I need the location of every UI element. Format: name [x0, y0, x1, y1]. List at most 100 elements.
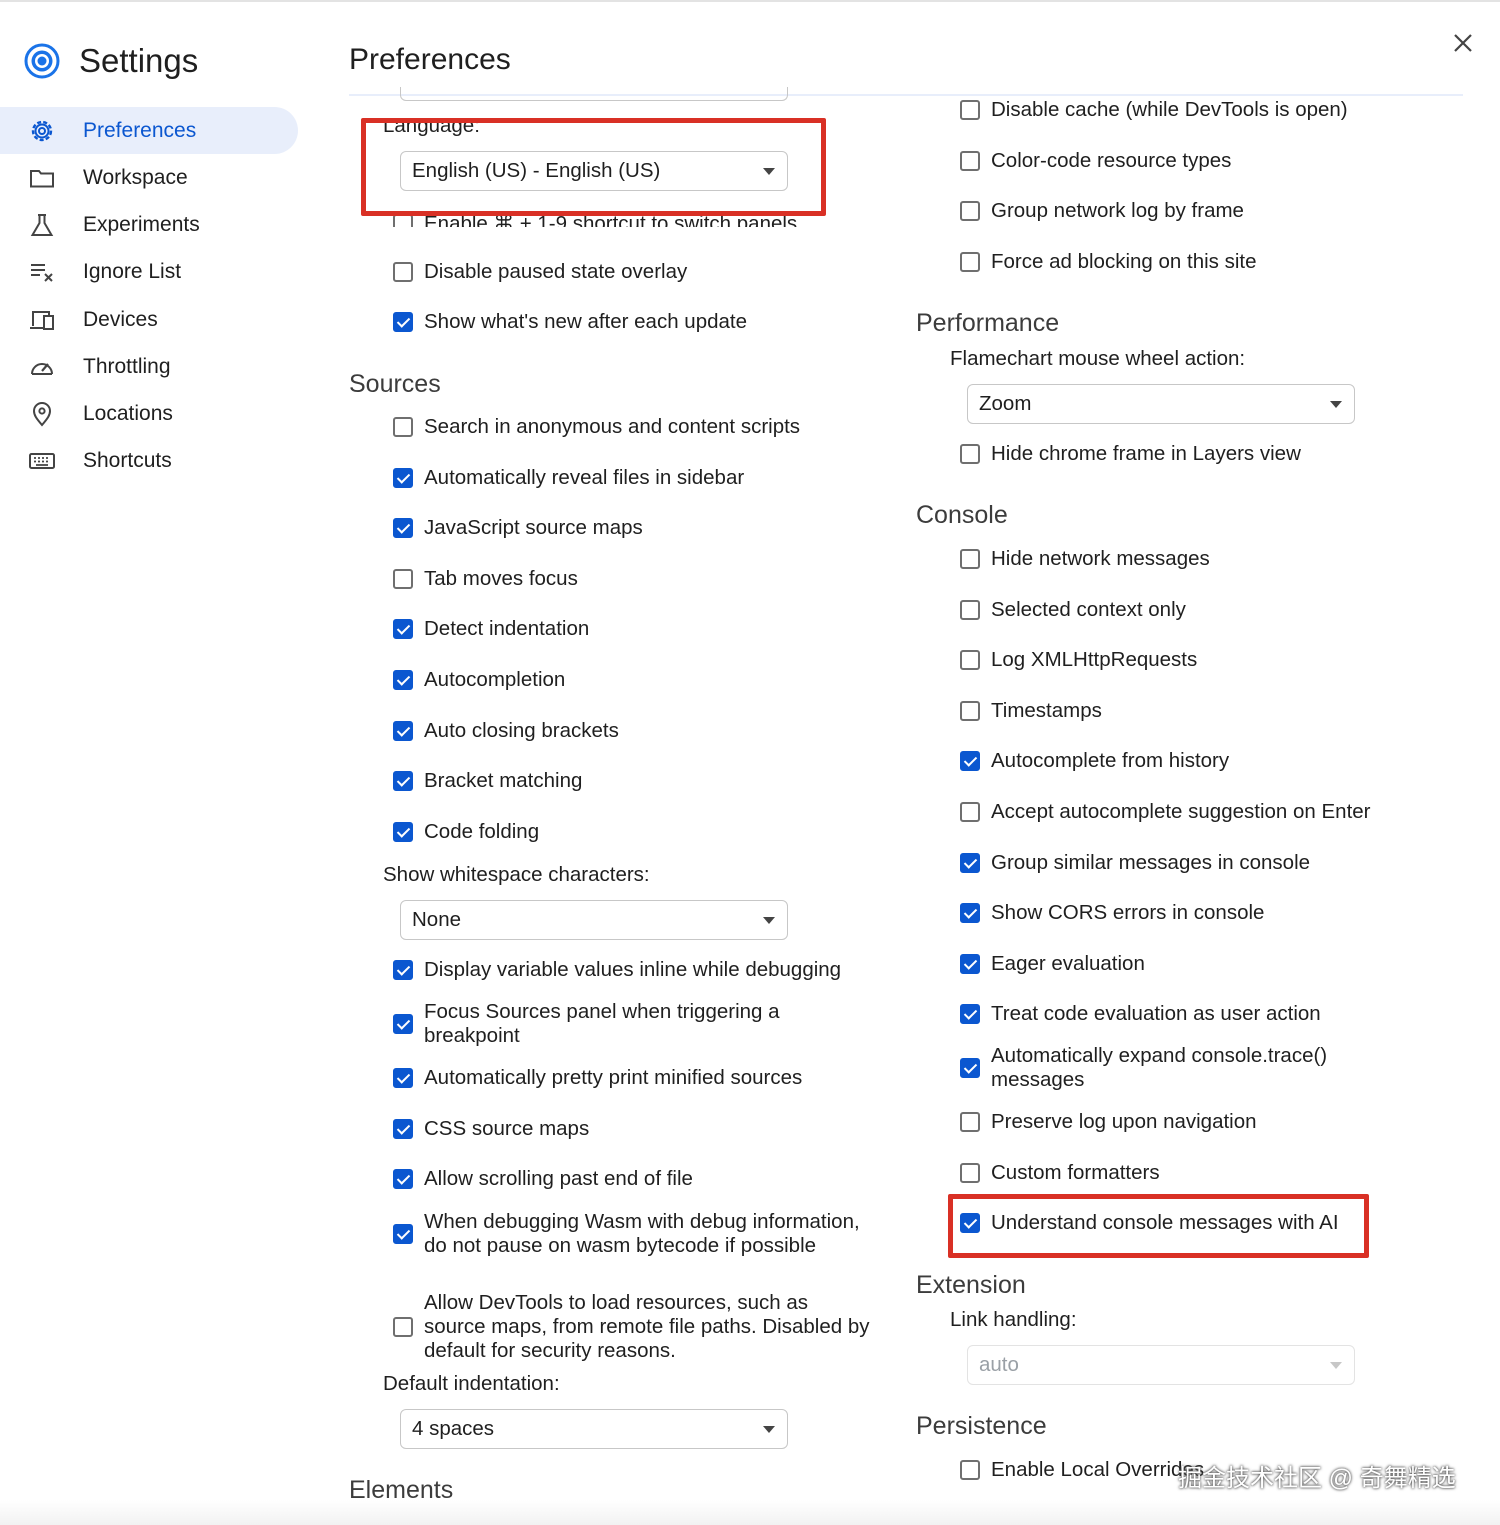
- checkbox[interactable]: [960, 903, 980, 923]
- checkbox[interactable]: [960, 1163, 980, 1183]
- option-row[interactable]: Auto closing brackets: [393, 719, 619, 743]
- sidebar-item-shortcuts[interactable]: Shortcuts: [0, 438, 300, 485]
- option-row[interactable]: JavaScript source maps: [393, 516, 643, 540]
- option-row[interactable]: CSS source maps: [393, 1117, 589, 1141]
- settings-window: Settings Preferences Workspace Experimen…: [0, 0, 1500, 1525]
- close-button[interactable]: [1448, 28, 1478, 58]
- option-row[interactable]: Group similar messages in console: [960, 851, 1310, 875]
- checkbox[interactable]: [393, 518, 413, 538]
- checkbox[interactable]: [393, 1014, 413, 1034]
- flamechart-select[interactable]: Zoom: [967, 384, 1355, 424]
- option-row[interactable]: Disable paused state overlay: [393, 260, 687, 284]
- option-row[interactable]: Automatically expand console.trace() mes…: [960, 1044, 1360, 1092]
- option-row[interactable]: When debugging Wasm with debug informati…: [393, 1210, 863, 1258]
- close-icon: [1454, 34, 1472, 52]
- checkbox[interactable]: [960, 954, 980, 974]
- option-row[interactable]: Selected context only: [960, 598, 1186, 622]
- checkbox[interactable]: [393, 1068, 413, 1088]
- option-row[interactable]: Preserve log upon navigation: [960, 1110, 1257, 1134]
- language-highlight-box: [361, 118, 826, 216]
- option-row[interactable]: Show what's new after each update: [393, 310, 747, 334]
- indentation-label: Default indentation:: [383, 1372, 560, 1395]
- option-row[interactable]: Focus Sources panel when triggering a br…: [393, 1000, 823, 1048]
- checkbox[interactable]: [960, 201, 980, 221]
- checkbox[interactable]: [960, 151, 980, 171]
- checkbox[interactable]: [393, 1224, 413, 1244]
- option-row[interactable]: Code folding: [393, 820, 539, 844]
- sidebar-item-devices[interactable]: Devices: [0, 296, 300, 343]
- option-row[interactable]: Log XMLHttpRequests: [960, 648, 1197, 672]
- indentation-select[interactable]: 4 spaces: [400, 1409, 788, 1449]
- sidebar-item-workspace[interactable]: Workspace: [0, 154, 300, 201]
- checkbox[interactable]: [960, 444, 980, 464]
- option-row[interactable]: Force ad blocking on this site: [960, 250, 1257, 274]
- option-row[interactable]: Allow DevTools to load resources, such a…: [393, 1291, 873, 1363]
- option-row[interactable]: Search in anonymous and content scripts: [393, 415, 800, 439]
- checkbox[interactable]: [960, 853, 980, 873]
- option-row[interactable]: Bracket matching: [393, 769, 582, 793]
- checkbox[interactable]: [960, 751, 980, 771]
- checkbox[interactable]: [393, 468, 413, 488]
- option-row[interactable]: Autocomplete from history: [960, 749, 1229, 773]
- checkbox[interactable]: [960, 802, 980, 822]
- sidebar-item-throttling[interactable]: Throttling: [0, 343, 300, 390]
- flamechart-label: Flamechart mouse wheel action:: [950, 347, 1246, 370]
- option-row[interactable]: Automatically reveal files in sidebar: [393, 466, 744, 490]
- checkbox[interactable]: [960, 1460, 980, 1480]
- option-row[interactable]: Disable cache (while DevTools is open): [960, 98, 1348, 122]
- checkbox[interactable]: [393, 417, 413, 437]
- option-row[interactable]: Tab moves focus: [393, 567, 578, 591]
- checkbox[interactable]: [393, 822, 413, 842]
- whitespace-select[interactable]: None: [400, 900, 788, 940]
- clipped-select[interactable]: [400, 87, 788, 101]
- checkbox[interactable]: [960, 1058, 980, 1078]
- checkbox[interactable]: [393, 960, 413, 980]
- option-row[interactable]: Color-code resource types: [960, 149, 1231, 173]
- devices-icon: [26, 307, 58, 333]
- checkbox[interactable]: [960, 701, 980, 721]
- option-row[interactable]: Hide chrome frame in Layers view: [960, 442, 1301, 466]
- option-row[interactable]: Eager evaluation: [960, 952, 1145, 976]
- option-row[interactable]: Automatically pretty print minified sour…: [393, 1066, 802, 1090]
- option-label: When debugging Wasm with debug informati…: [424, 1210, 860, 1257]
- option-row[interactable]: Accept autocomplete suggestion on Enter: [960, 800, 1371, 824]
- option-row[interactable]: Enable Local Overrides: [960, 1458, 1204, 1482]
- option-row[interactable]: Show CORS errors in console: [960, 901, 1264, 925]
- checkbox[interactable]: [960, 252, 980, 272]
- checkbox[interactable]: [393, 312, 413, 332]
- option-row[interactable]: Treat code evaluation as user action: [960, 1002, 1321, 1026]
- sidebar-item-preferences[interactable]: Preferences: [0, 107, 298, 154]
- option-row[interactable]: Autocompletion: [393, 668, 565, 692]
- checkbox[interactable]: [393, 771, 413, 791]
- checkbox[interactable]: [960, 1112, 980, 1132]
- checkbox[interactable]: [960, 549, 980, 569]
- sidebar-item-experiments[interactable]: Experiments: [0, 201, 300, 248]
- checkbox[interactable]: [960, 650, 980, 670]
- checkbox[interactable]: [393, 569, 413, 589]
- flask-icon: [26, 212, 58, 238]
- option-label: Automatically pretty print minified sour…: [424, 1066, 803, 1089]
- option-row[interactable]: Timestamps: [960, 699, 1102, 723]
- option-row[interactable]: Display variable values inline while deb…: [393, 958, 841, 982]
- option-row[interactable]: Allow scrolling past end of file: [393, 1167, 693, 1191]
- section-title-sources: Sources: [349, 370, 441, 398]
- checkbox[interactable]: [393, 214, 413, 227]
- checkbox[interactable]: [393, 619, 413, 639]
- checkbox[interactable]: [393, 1119, 413, 1139]
- option-row[interactable]: Custom formatters: [960, 1161, 1160, 1185]
- option-row[interactable]: Hide network messages: [960, 547, 1210, 571]
- checkbox[interactable]: [960, 1004, 980, 1024]
- checkbox[interactable]: [960, 600, 980, 620]
- link-handling-select[interactable]: auto: [967, 1345, 1355, 1385]
- option-row[interactable]: Detect indentation: [393, 617, 589, 641]
- option-row[interactable]: Group network log by frame: [960, 199, 1244, 223]
- sidebar-item-label: Ignore List: [83, 260, 182, 284]
- checkbox[interactable]: [393, 262, 413, 282]
- checkbox[interactable]: [393, 1169, 413, 1189]
- checkbox[interactable]: [393, 1317, 413, 1337]
- checkbox[interactable]: [393, 721, 413, 741]
- sidebar-item-ignore-list[interactable]: Ignore List: [0, 249, 300, 296]
- checkbox[interactable]: [960, 100, 980, 120]
- sidebar-item-locations[interactable]: Locations: [0, 390, 300, 437]
- checkbox[interactable]: [393, 670, 413, 690]
